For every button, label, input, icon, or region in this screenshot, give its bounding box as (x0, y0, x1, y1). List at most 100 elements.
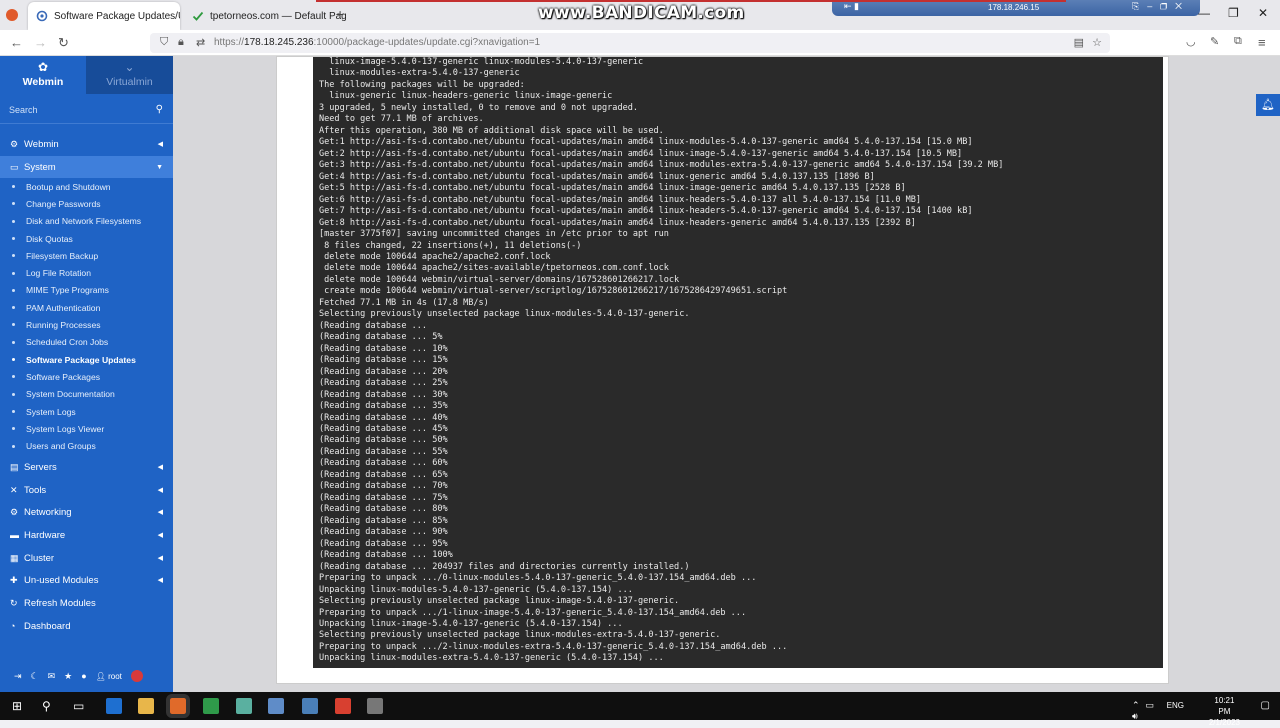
new-tab-button[interactable]: + (336, 6, 344, 22)
sidebar-toggle-icon[interactable]: ⇥ (14, 671, 22, 682)
sidebar-refresh-modules[interactable]: ↻ Refresh Modules (0, 592, 173, 614)
category-label: Webmin (24, 138, 59, 150)
webmin-sidebar: ✿ Webmin ⌄ Virtualmin ⚲ ⚙ Webmin ◀ ▭ System… (0, 56, 173, 692)
file-explorer-icon[interactable] (138, 698, 154, 714)
sidebar-item-disk-quotas[interactable]: Disk Quotas (0, 230, 173, 247)
sidebar-category-hardware[interactable]: ▬ Hardware ◀ (0, 524, 173, 546)
reader-view-icon[interactable]: ▤ (1074, 36, 1084, 49)
reload-icon[interactable]: ↻ (58, 35, 69, 51)
sidebar-item-running-processes[interactable]: Running Processes (0, 316, 173, 333)
refresh-icon: ↻ (10, 597, 18, 608)
logout-icon[interactable] (130, 670, 143, 682)
sidebar-category-cluster[interactable]: ▦ Cluster ◀ (0, 547, 173, 569)
internet-explorer-icon[interactable] (106, 698, 122, 714)
caret-left-icon: ◀ (157, 464, 163, 471)
category-label: Cluster (24, 552, 55, 564)
tab-webmin-label: Webmin (22, 76, 64, 88)
sidebar-category-servers[interactable]: ▤ Servers ◀ (0, 456, 173, 478)
notification-bell-icon[interactable]: 🔔︎ (1256, 94, 1280, 116)
bookmark-star-icon[interactable]: ☆ (1092, 36, 1102, 49)
night-mode-icon[interactable]: ☾ (31, 671, 39, 682)
category-label: Networking (24, 506, 72, 518)
language-indicator[interactable]: ENG (1167, 701, 1184, 710)
forward-icon[interactable]: → (34, 35, 47, 50)
clock-time: 10:21 PM (1214, 696, 1235, 716)
network-icon: ⚙ (10, 506, 19, 517)
sidebar-item-change-passwords[interactable]: Change Passwords (0, 195, 173, 212)
palette-icon[interactable]: ● (81, 671, 86, 681)
extension-icon[interactable]: ✎ (1210, 35, 1219, 48)
sidebar-item-pam-authentication[interactable]: PAM Authentication (0, 299, 173, 316)
menu-icon[interactable]: ≡ (1258, 35, 1266, 50)
tray-icons[interactable]: ⌃▭🔊︎ (1132, 700, 1160, 722)
app-icon[interactable] (236, 698, 252, 714)
sidebar-dashboard[interactable]: ◔ Dashboard (0, 615, 173, 637)
pocket-icon[interactable]: ◡ (1186, 35, 1196, 48)
favorites-star-icon[interactable]: ★ (64, 671, 72, 682)
tab-virtualmin-label: Virtualmin (106, 76, 153, 88)
url-text[interactable]: https://178.18.245.236:10000/package-upd… (214, 37, 540, 48)
sidebar-item-filesystem-backup[interactable]: Filesystem Backup (0, 247, 173, 264)
address-bar[interactable]: ⛉ 🔒︎ ⇄ https://178.18.245.236:10000/pack… (150, 33, 1110, 53)
app-icon[interactable] (367, 698, 383, 714)
shield-icon[interactable]: ⛉ (160, 36, 168, 49)
user-menu[interactable]: 👤︎ root (96, 672, 122, 681)
restore-icon[interactable]: ❐ (1228, 6, 1239, 20)
bandicam-icon[interactable] (335, 698, 351, 714)
sidebar-category-networking[interactable]: ⚙ Networking ◀ (0, 501, 173, 523)
caret-down-icon: ▼ (156, 163, 163, 171)
sidebar-item-scheduled-cron-jobs[interactable]: Scheduled Cron Jobs (0, 334, 173, 351)
tab-webmin[interactable]: ✿ Webmin (0, 56, 86, 94)
caret-left-icon: ◀ (157, 509, 163, 516)
search-icon[interactable]: ⚲ (156, 104, 163, 115)
lock-icon[interactable]: 🔒︎ (178, 36, 184, 49)
search-icon[interactable]: ⚲ (42, 699, 51, 713)
task-view-icon[interactable]: ▭ (73, 699, 84, 713)
sidebar-item-bootup-and-shutdown[interactable]: Bootup and Shutdown (0, 178, 173, 195)
extensions-puzzle-icon[interactable]: ⧉ (1234, 35, 1242, 48)
sidebar-item-software-package-updates[interactable]: Software Package Updates (0, 351, 173, 368)
sidebar-item-users-and-groups[interactable]: Users and Groups (0, 438, 173, 455)
permissions-icon[interactable]: ⇄ (196, 36, 205, 49)
notification-center-icon[interactable]: ▢ (1261, 700, 1270, 711)
clock-date: 2/1/2023 (1208, 718, 1240, 727)
search-input[interactable] (9, 105, 149, 115)
sidebar-item-software-packages[interactable]: Software Packages (0, 368, 173, 385)
hdd-icon: ▬ (10, 530, 19, 540)
close-window-icon[interactable]: ✕ (1258, 6, 1268, 20)
tab-virtualmin[interactable]: ⌄ Virtualmin (86, 56, 173, 94)
sidebar-category-tools[interactable]: ✕ Tools ◀ (0, 479, 173, 501)
windows-start-icon[interactable]: ⊞ (12, 699, 22, 713)
remote-desktop-bar: ⇤ ▮ 178.18.246.15 ⎘–❐✕ (832, 0, 1200, 16)
clock[interactable]: 10:21 PM 2/1/2023 (1209, 695, 1240, 728)
firefox-icon[interactable] (166, 694, 190, 718)
sidebar-item-system-logs-viewer[interactable]: System Logs Viewer (0, 420, 173, 437)
mail-icon[interactable]: ✉ (48, 671, 56, 682)
network-app-icon[interactable] (302, 698, 318, 714)
firefox-menu-icon[interactable] (6, 9, 18, 21)
tab-software-package-updates[interactable]: Software Package Updates/Upd ✕ (28, 2, 180, 30)
notepad-plus-icon[interactable] (203, 698, 219, 714)
app-icon[interactable] (268, 698, 284, 714)
sidebar-item-system-logs[interactable]: System Logs (0, 403, 173, 420)
sidebar-category-system[interactable]: ▭ System ▼ (0, 156, 173, 178)
monitor-icon: ▭ (10, 161, 19, 172)
url-host: 178.18.245.236 (244, 37, 314, 48)
caret-left-icon: ◀ (157, 532, 163, 539)
sidebar-footer: ⇥ ☾ ✉ ★ ● 👤︎ root (0, 660, 173, 692)
sidebar-category-webmin[interactable]: ⚙ Webmin ◀ (0, 133, 173, 155)
sidebar-item-disk-and-network-filesystems[interactable]: Disk and Network Filesystems (0, 213, 173, 230)
signal-icon: ⇤ ▮ (844, 1, 859, 11)
rdp-window-controls-icon[interactable]: ⎘–❐✕ (1132, 1, 1190, 12)
checkmark-icon (192, 11, 204, 21)
sidebar-item-mime-type-programs[interactable]: MIME Type Programs (0, 282, 173, 299)
back-icon[interactable]: ← (10, 35, 23, 50)
sidebar-category-unused-modules[interactable]: ✚ Un-used Modules ◀ (0, 569, 173, 591)
sidebar-item-system-documentation[interactable]: System Documentation (0, 386, 173, 403)
user-icon: 👤︎ (95, 671, 106, 681)
sidebar-item-log-file-rotation[interactable]: Log File Rotation (0, 265, 173, 282)
tab-tpetorneos[interactable]: tpetorneos.com — Default Page (184, 2, 346, 30)
caret-left-icon: ◀ (157, 577, 163, 584)
main-content: linux-image-5.4.0-137-generic linux-modu… (173, 56, 1280, 692)
minimize-icon[interactable]: — (1198, 6, 1210, 20)
